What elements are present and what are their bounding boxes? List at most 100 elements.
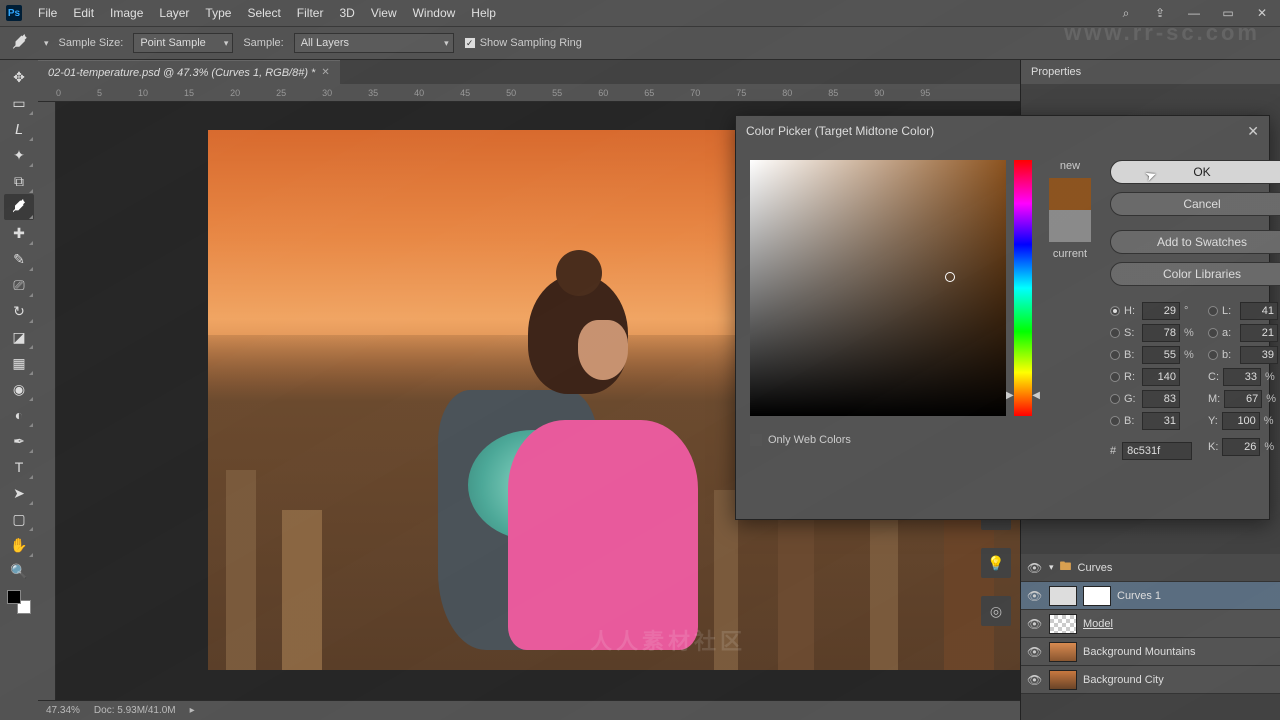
new-color-swatch	[1049, 178, 1091, 210]
color-libraries-button[interactable]: Color Libraries	[1110, 262, 1280, 286]
properties-panel-tab[interactable]: Properties	[1021, 60, 1280, 84]
radio-off-icon	[1110, 350, 1120, 360]
dodge-tool[interactable]: ◐	[4, 402, 34, 428]
chevron-right-icon[interactable]: ▸	[190, 705, 195, 716]
menu-file[interactable]: File	[30, 2, 65, 24]
move-tool[interactable]: ✥	[4, 64, 34, 90]
hue-slider[interactable]: ▶ ◀	[1014, 160, 1032, 416]
magenta-field[interactable]: M:%	[1208, 390, 1280, 408]
hex-field[interactable]: #	[1110, 442, 1196, 460]
menu-image[interactable]: Image	[102, 2, 151, 24]
lasso-tool[interactable]: 𝘓	[4, 116, 34, 142]
history-brush-tool[interactable]: ↻	[4, 298, 34, 324]
hue-field[interactable]: H:°	[1110, 302, 1196, 320]
marquee-tool[interactable]: ▭	[4, 90, 34, 116]
show-sampling-ring-checkbox[interactable]: ✓ Show Sampling Ring	[464, 37, 582, 49]
green-field[interactable]: G:	[1110, 390, 1196, 408]
only-web-colors-checkbox[interactable]: Only Web Colors	[750, 434, 1100, 446]
layer-row[interactable]: 👁 Background Mountains	[1021, 638, 1280, 666]
menu-select[interactable]: Select	[239, 2, 288, 24]
visibility-icon[interactable]: 👁	[1027, 673, 1043, 687]
layer-group-row[interactable]: 👁 ▾ 🖿 Curves	[1021, 554, 1280, 582]
lab-l-field[interactable]: L:	[1208, 302, 1280, 320]
hue-input[interactable]	[1142, 302, 1180, 320]
blue-field[interactable]: B:	[1110, 412, 1196, 430]
menu-layer[interactable]: Layer	[151, 2, 197, 24]
eraser-tool[interactable]: ◪	[4, 324, 34, 350]
close-tab-icon[interactable]: ✕	[321, 67, 329, 78]
visibility-icon[interactable]: 👁	[1027, 645, 1043, 659]
add-to-swatches-button[interactable]: Add to Swatches	[1110, 230, 1280, 254]
close-dialog-button[interactable]: ✕	[1247, 123, 1259, 140]
shape-tool[interactable]: ▢	[4, 506, 34, 532]
dialog-titlebar[interactable]: Color Picker (Target Midtone Color) ✕	[736, 116, 1269, 146]
blue-input[interactable]	[1142, 412, 1180, 430]
menu-filter[interactable]: Filter	[289, 2, 332, 24]
menu-window[interactable]: Window	[405, 2, 464, 24]
quick-select-tool[interactable]: ✦	[4, 142, 34, 168]
cyan-field[interactable]: C:%	[1208, 368, 1280, 386]
cancel-button[interactable]: Cancel	[1110, 192, 1280, 216]
path-select-tool[interactable]: ➤	[4, 480, 34, 506]
black-input[interactable]	[1222, 438, 1260, 456]
gradient-tool[interactable]: ▦	[4, 350, 34, 376]
brush-tool[interactable]: ✎	[4, 246, 34, 272]
hand-tool[interactable]: ✋	[4, 532, 34, 558]
eyedropper-icon	[6, 32, 34, 54]
unit-degree: °	[1184, 305, 1196, 317]
foreground-background-colors[interactable]	[7, 590, 31, 614]
cc-libraries-icon[interactable]: ◎	[981, 596, 1011, 626]
menu-3d[interactable]: 3D	[331, 2, 362, 24]
red-field[interactable]: R:	[1110, 368, 1196, 386]
crop-tool[interactable]: ⧉	[4, 168, 34, 194]
menu-help[interactable]: Help	[463, 2, 504, 24]
ruler-mark: 35	[368, 88, 378, 98]
menu-view[interactable]: View	[363, 2, 405, 24]
lab-b-input[interactable]	[1240, 346, 1278, 364]
green-input[interactable]	[1142, 390, 1180, 408]
lab-b-field[interactable]: b:	[1208, 346, 1280, 364]
document-tab[interactable]: 02-01-temperature.psd @ 47.3% (Curves 1,…	[38, 60, 340, 84]
lab-a-field[interactable]: a:	[1208, 324, 1280, 342]
pen-tool[interactable]: ✒	[4, 428, 34, 454]
black-field[interactable]: K:%	[1208, 434, 1280, 460]
sat-field[interactable]: S:%	[1110, 324, 1196, 342]
menu-type[interactable]: Type	[197, 2, 239, 24]
visibility-icon[interactable]: 👁	[1027, 617, 1043, 631]
visibility-icon[interactable]: 👁	[1027, 589, 1043, 603]
visibility-icon[interactable]: 👁	[1027, 561, 1043, 575]
yellow-input[interactable]	[1222, 412, 1260, 430]
saturation-value-field[interactable]	[750, 160, 1006, 416]
zoom-tool[interactable]: 🔍	[4, 558, 34, 584]
ok-button[interactable]: OK ➤	[1110, 160, 1280, 184]
layer-row[interactable]: 👁 Curves 1	[1021, 582, 1280, 610]
magenta-input[interactable]	[1224, 390, 1262, 408]
layer-row[interactable]: 👁 Background City	[1021, 666, 1280, 694]
menu-edit[interactable]: Edit	[65, 2, 102, 24]
chevron-down-icon[interactable]: ▾	[44, 38, 49, 49]
eyedropper-tool[interactable]	[4, 194, 34, 220]
blur-tool[interactable]: ◉	[4, 376, 34, 402]
stamp-tool[interactable]: ⎚	[4, 272, 34, 298]
lab-a-input[interactable]	[1240, 324, 1278, 342]
healing-tool[interactable]: ✚	[4, 220, 34, 246]
red-input[interactable]	[1142, 368, 1180, 386]
cyan-input[interactable]	[1223, 368, 1261, 386]
ruler-mark: 15	[184, 88, 194, 98]
ruler-mark: 20	[230, 88, 240, 98]
zoom-level[interactable]: 47.34%	[46, 705, 80, 716]
chevron-down-icon[interactable]: ▾	[1049, 562, 1054, 573]
bri-field[interactable]: B:%	[1110, 346, 1196, 364]
ruler-mark: 45	[460, 88, 470, 98]
bri-input[interactable]	[1142, 346, 1180, 364]
sample-layers-dropdown[interactable]: All Layers	[294, 33, 454, 53]
sat-input[interactable]	[1142, 324, 1180, 342]
type-tool[interactable]: T	[4, 454, 34, 480]
ruler-mark: 0	[56, 88, 61, 98]
layer-row[interactable]: 👁 Model	[1021, 610, 1280, 638]
lab-l-input[interactable]	[1240, 302, 1278, 320]
sample-size-dropdown[interactable]: Point Sample	[133, 33, 233, 53]
lightbulb-icon[interactable]: 💡	[981, 548, 1011, 578]
hex-input[interactable]	[1122, 442, 1192, 460]
yellow-field[interactable]: Y:%	[1208, 412, 1280, 430]
